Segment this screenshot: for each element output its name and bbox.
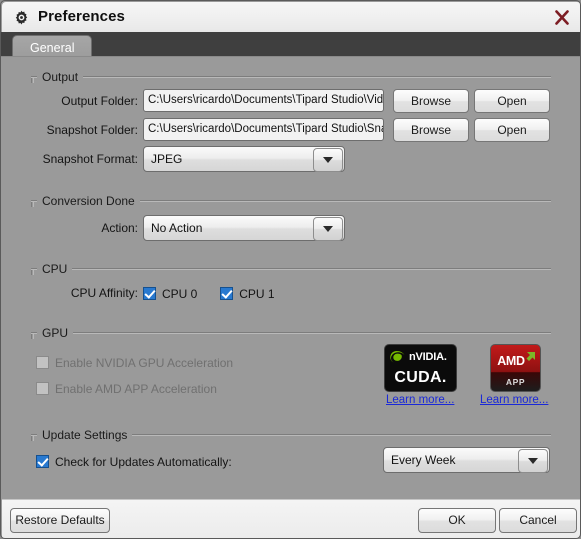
window-title: Preferences (38, 8, 125, 25)
ok-button[interactable]: OK (418, 508, 496, 533)
output-folder-open-button[interactable]: Open (474, 89, 550, 113)
cpu-1-label: CPU 1 (239, 287, 275, 301)
output-group-label: Output (37, 70, 84, 84)
snapshot-folder-input[interactable]: C:\Users\ricardo\Documents\Tipard Studio… (143, 118, 384, 141)
amd-acceleration-label: Enable AMD APP Acceleration (55, 382, 217, 396)
output-folder-browse-button[interactable]: Browse (393, 89, 469, 113)
update-frequency-combo[interactable]: Every Week (383, 447, 550, 473)
action-combo[interactable]: No Action (143, 215, 345, 241)
update-settings-group-label: Update Settings (37, 428, 133, 442)
tab-strip: General (1, 32, 580, 58)
action-label: Action: (101, 221, 138, 235)
cpu-0-checkbox[interactable] (143, 287, 156, 300)
cpu-affinity-options: CPU 0 CPU 1 (143, 285, 275, 303)
output-folder-label: Output Folder: (61, 94, 138, 108)
chevron-down-icon[interactable] (313, 217, 343, 241)
tab-general[interactable]: General (12, 35, 93, 58)
gpu-group-label: GPU (37, 326, 74, 340)
output-folder-input[interactable]: C:\Users\ricardo\Documents\Tipard Studio… (143, 89, 384, 112)
cpu-group-label: CPU (37, 262, 73, 276)
snapshot-format-combo[interactable]: JPEG (143, 146, 345, 172)
nvidia-acceleration-checkbox (36, 356, 49, 369)
auto-update-label: Check for Updates Automatically: (55, 455, 232, 469)
amd-learn-more-link[interactable]: Learn more... (480, 394, 548, 406)
general-tab-panel: Output Output Folder: C:\Users\ricardo\D… (1, 56, 580, 500)
amd-acceleration-row: Enable AMD APP Acceleration (36, 380, 217, 398)
auto-update-checkbox[interactable] (36, 455, 49, 468)
gpu-rule (31, 332, 551, 334)
title-bar: Preferences (2, 2, 580, 33)
nvidia-acceleration-row: Enable NVIDIA GPU Acceleration (36, 354, 233, 372)
nvidia-learn-more-link[interactable]: Learn more... (386, 394, 454, 406)
gear-icon (15, 10, 28, 25)
preferences-dialog: Preferences General Output Output Folder… (0, 0, 581, 539)
cpu-rule (31, 268, 551, 270)
cpu-1-checkbox[interactable] (220, 287, 234, 300)
conversion-done-group-label: Conversion Done (37, 194, 140, 208)
svg-text:nVIDIA.: nVIDIA. (409, 351, 447, 363)
chevron-down-icon[interactable] (313, 148, 343, 172)
chevron-down-icon[interactable] (518, 449, 548, 473)
amd-acceleration-checkbox (36, 382, 49, 395)
snapshot-format-label: Snapshot Format: (42, 152, 138, 166)
restore-defaults-button[interactable]: Restore Defaults (10, 508, 110, 533)
cancel-button[interactable]: Cancel (499, 508, 577, 533)
snapshot-folder-browse-button[interactable]: Browse (393, 118, 469, 142)
output-group-rule (31, 76, 551, 78)
dialog-footer: Restore Defaults OK Cancel (2, 499, 580, 538)
auto-update-row: Check for Updates Automatically: (36, 453, 232, 471)
close-button[interactable] (551, 7, 573, 28)
amd-app-logo: AMD APP (490, 344, 541, 392)
snapshot-folder-label: Snapshot Folder: (46, 123, 138, 137)
cpu-affinity-label: CPU Affinity: (70, 286, 138, 300)
svg-text:CUDA.: CUDA. (394, 369, 446, 386)
nvidia-acceleration-label: Enable NVIDIA GPU Acceleration (55, 356, 234, 370)
update-frequency-value: Every Week (391, 453, 456, 467)
cpu-0-label: CPU 0 (162, 287, 198, 301)
action-value: No Action (151, 221, 203, 235)
nvidia-cuda-logo: nVIDIA. CUDA. (384, 344, 457, 392)
snapshot-folder-open-button[interactable]: Open (474, 118, 550, 142)
snapshot-format-value: JPEG (151, 152, 183, 166)
svg-text:APP: APP (506, 377, 525, 387)
svg-text:AMD: AMD (497, 354, 525, 368)
